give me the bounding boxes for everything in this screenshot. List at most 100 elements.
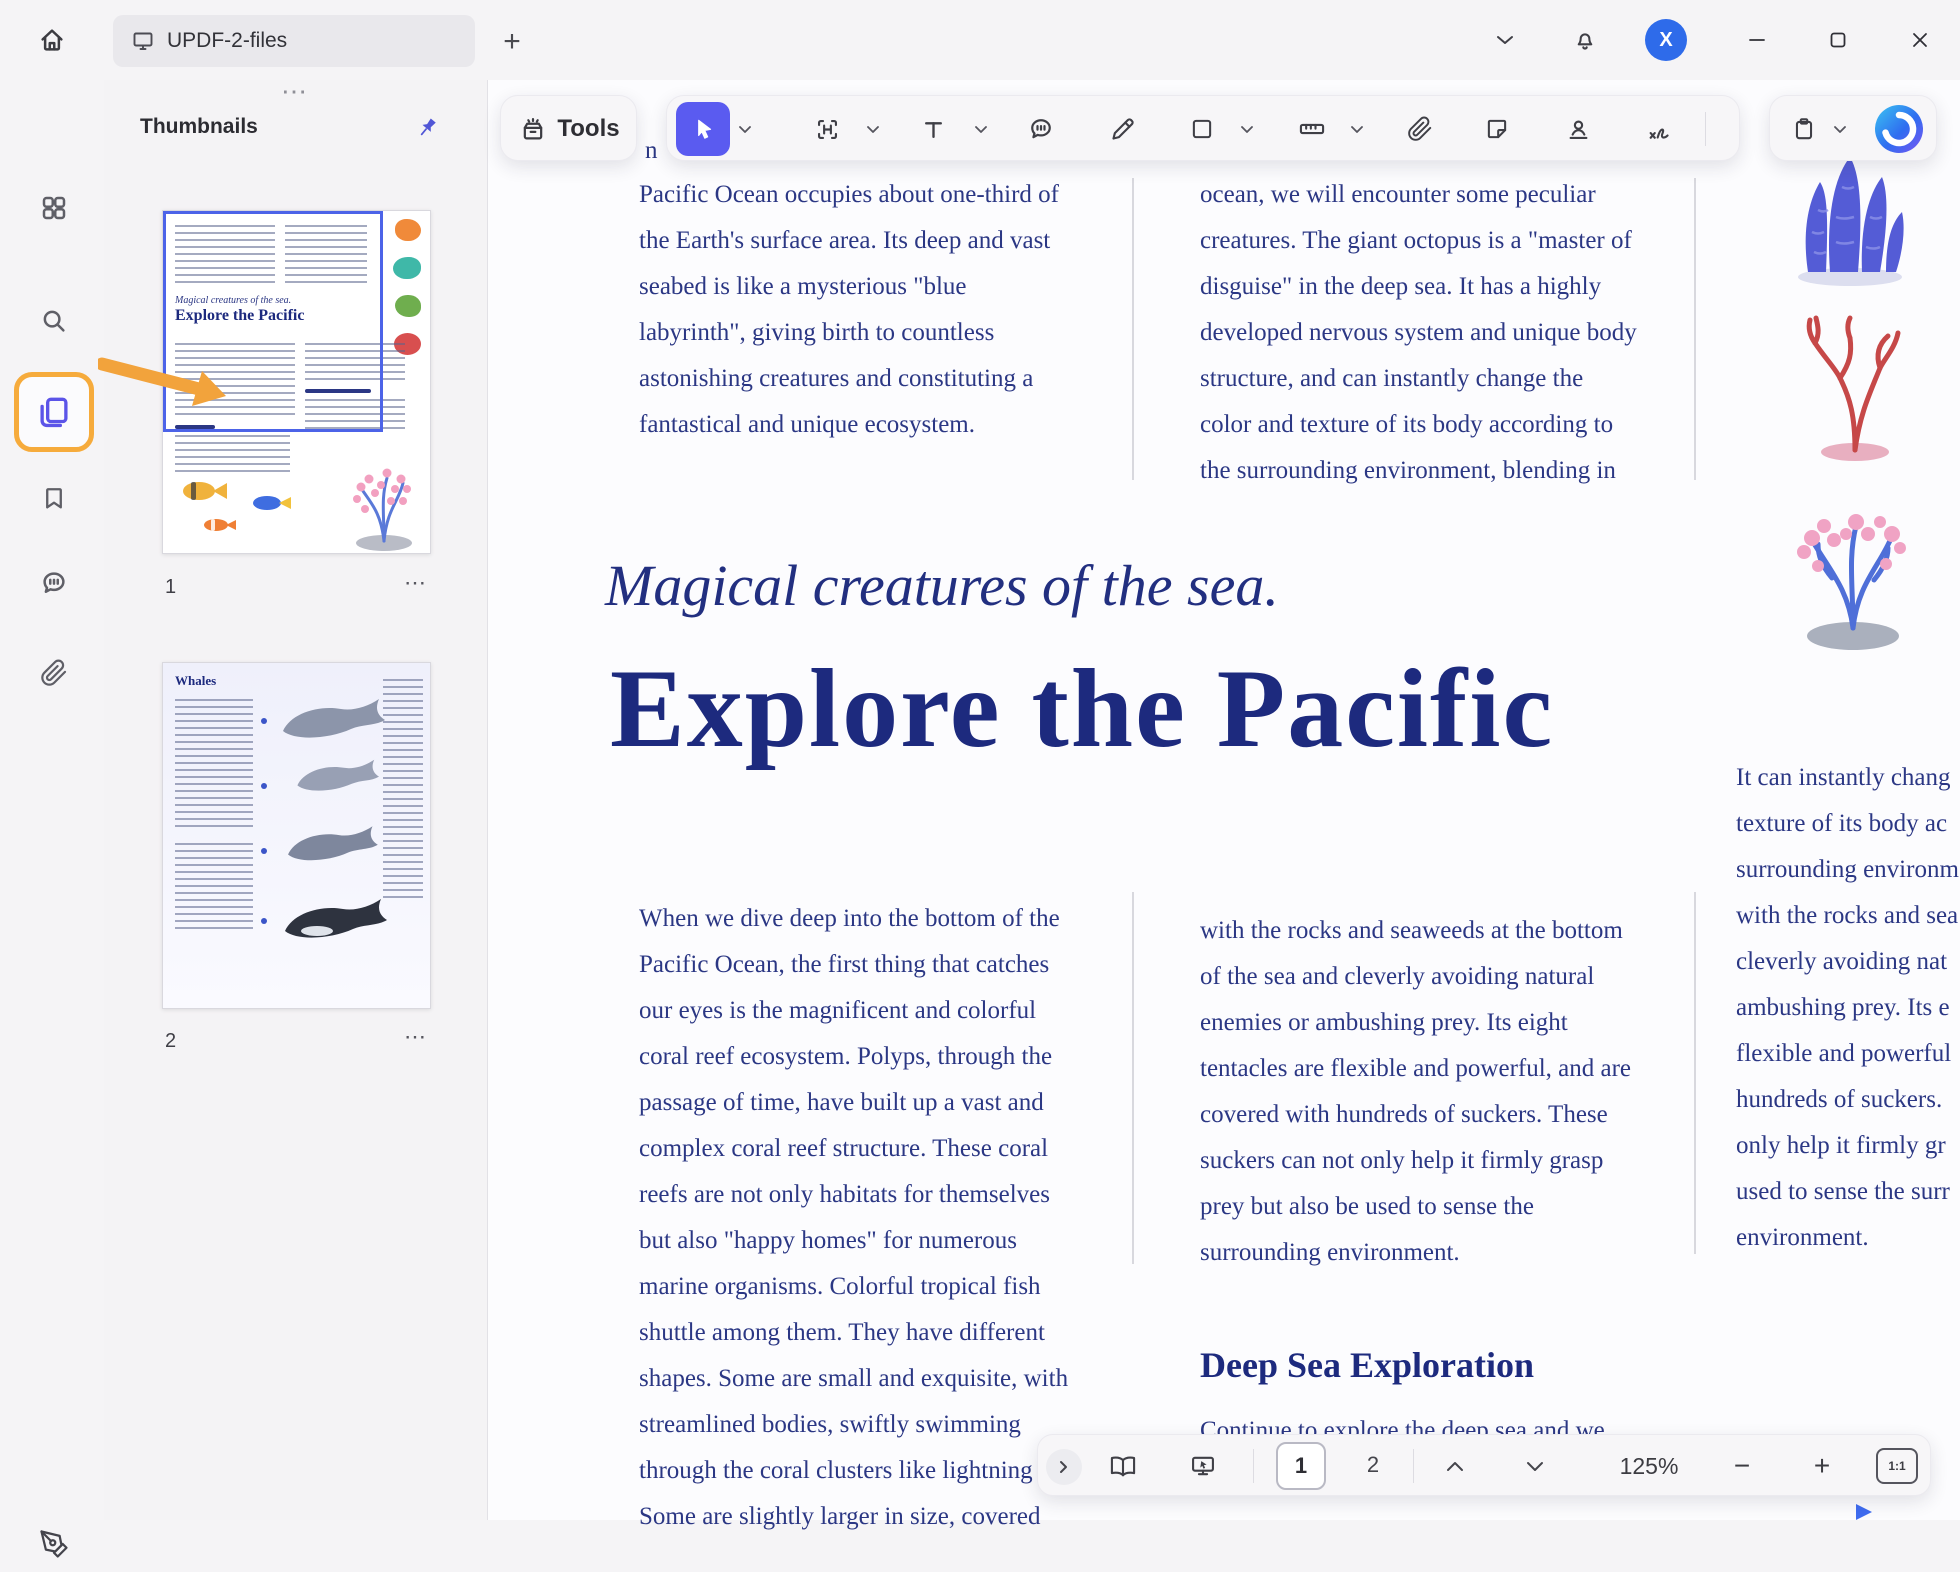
shapes-tool-dropdown[interactable] bbox=[1239, 123, 1255, 135]
measure-tool-dropdown[interactable] bbox=[1349, 123, 1365, 135]
edit-text-tool-dropdown[interactable] bbox=[865, 123, 881, 135]
thumb1-pink-coral-image bbox=[341, 443, 427, 551]
signature-icon bbox=[1646, 115, 1674, 143]
search-icon bbox=[39, 306, 69, 336]
zoom-out-button[interactable]: − bbox=[1718, 1442, 1766, 1490]
reading-mode-button[interactable] bbox=[1099, 1442, 1147, 1490]
expand-bottom-toolbar-button[interactable] bbox=[1046, 1449, 1082, 1485]
comment-tool-button[interactable] bbox=[1017, 105, 1065, 153]
coral-image-red[interactable] bbox=[1780, 298, 1930, 463]
shapes-tool-button[interactable] bbox=[1178, 105, 1226, 153]
page-thumbnail-2[interactable]: Whales bbox=[162, 662, 431, 1009]
chevron-down-icon bbox=[1833, 125, 1847, 134]
presentation-button[interactable] bbox=[1179, 1442, 1227, 1490]
clipboard-icon bbox=[1791, 116, 1817, 142]
thumb1-textblock bbox=[175, 435, 290, 475]
page-1-menu-button[interactable]: ⋯ bbox=[396, 568, 436, 598]
text-tool-dropdown[interactable] bbox=[973, 123, 989, 135]
toolbar-divider bbox=[1705, 112, 1706, 146]
maximize-icon bbox=[1828, 30, 1848, 50]
doc-col-top-right[interactable]: ocean, we will encounter some peculiarcr… bbox=[1200, 172, 1637, 494]
measure-tool-button[interactable] bbox=[1288, 105, 1336, 153]
zoom-in-button[interactable]: + bbox=[1798, 1442, 1846, 1490]
pen-icon bbox=[1109, 116, 1136, 143]
toolbox-icon bbox=[519, 115, 547, 143]
tools-button[interactable]: Tools bbox=[501, 96, 638, 162]
monitor-icon bbox=[131, 29, 155, 53]
clipboard-tool-dropdown[interactable] bbox=[1832, 123, 1848, 135]
doc-subtitle[interactable]: Magical creatures of the sea. bbox=[605, 552, 1279, 619]
ruler-icon bbox=[1298, 115, 1326, 143]
page-thumbnail-1[interactable]: Magical creatures of the sea. Explore th… bbox=[162, 210, 431, 554]
page-number-input[interactable] bbox=[1276, 1442, 1326, 1490]
bottom-toolbar-divider bbox=[1413, 1449, 1414, 1483]
sticker-tool-button[interactable] bbox=[1473, 105, 1521, 153]
doc-col-top-left[interactable]: Pacific Ocean occupies about one-third o… bbox=[639, 172, 1059, 448]
sidebar-item-bookmarks[interactable] bbox=[26, 470, 82, 526]
pin-icon bbox=[414, 115, 440, 141]
document-tab[interactable]: UPDF-2-files bbox=[113, 15, 475, 67]
signature-tool-button[interactable] bbox=[1636, 105, 1684, 153]
coral-image-pink[interactable] bbox=[1768, 478, 1938, 653]
new-tab-button[interactable]: + bbox=[492, 22, 532, 62]
sidebar-item-attachments[interactable] bbox=[26, 645, 82, 701]
clipboard-tool-button[interactable] bbox=[1780, 105, 1828, 153]
grid-icon bbox=[39, 193, 69, 223]
thumb2-whales-image bbox=[275, 693, 395, 978]
comment-icon bbox=[39, 568, 69, 598]
notifications-button[interactable] bbox=[1561, 16, 1609, 64]
attachment-tool-button[interactable] bbox=[1396, 105, 1444, 153]
zoom-level[interactable]: 125% bbox=[1603, 1453, 1695, 1480]
page-1-label: 1 bbox=[165, 576, 176, 599]
ai-swirl-icon bbox=[1874, 104, 1924, 154]
pen-tool-button[interactable] bbox=[1098, 105, 1146, 153]
page-up-button[interactable] bbox=[1431, 1442, 1479, 1490]
doc-column-divider bbox=[1694, 892, 1696, 1254]
edit-text-tool-button[interactable] bbox=[803, 105, 851, 153]
pin-panel-button[interactable] bbox=[405, 106, 449, 150]
comment-icon bbox=[1027, 115, 1055, 143]
text-tool-button[interactable] bbox=[909, 105, 957, 153]
square-icon bbox=[1189, 116, 1215, 142]
fit-page-button[interactable]: 1:1 bbox=[1876, 1448, 1918, 1484]
doc-col-bottom-mid[interactable]: with the rocks and seaweeds at the botto… bbox=[1200, 908, 1631, 1276]
sidebar-item-design[interactable] bbox=[26, 1516, 82, 1572]
page-down-button[interactable] bbox=[1511, 1442, 1559, 1490]
chevron-down-icon bbox=[738, 125, 752, 134]
stamp-tool-button[interactable] bbox=[1554, 105, 1602, 153]
home-button[interactable] bbox=[26, 14, 78, 66]
sidebar-item-thumbnails[interactable] bbox=[24, 382, 84, 442]
ai-assistant-button[interactable] bbox=[1874, 104, 1924, 154]
close-button[interactable] bbox=[1896, 16, 1944, 64]
sidebar-item-comments[interactable] bbox=[26, 555, 82, 611]
select-tool-dropdown[interactable] bbox=[737, 123, 753, 135]
titlebar: UPDF-2-files + X bbox=[0, 0, 1960, 80]
page-2-indicator[interactable]: 2 bbox=[1356, 1452, 1390, 1478]
chevron-up-icon bbox=[1446, 1461, 1464, 1472]
panel-resize-handle[interactable]: ⋯ bbox=[266, 78, 326, 104]
doc-col-bottom-left[interactable]: When we dive deep into the bottom of the… bbox=[639, 896, 1068, 1540]
toolbar-collapse-button[interactable] bbox=[1481, 16, 1529, 64]
minimize-button[interactable] bbox=[1733, 16, 1781, 64]
page-1-viewport-box[interactable] bbox=[163, 211, 383, 432]
page-2-menu-button[interactable]: ⋯ bbox=[396, 1022, 436, 1052]
main-toolbar bbox=[666, 95, 1740, 161]
chevron-down-icon bbox=[1240, 125, 1254, 134]
select-tool-button[interactable] bbox=[676, 102, 730, 156]
book-open-icon bbox=[1109, 1452, 1137, 1480]
doc-title[interactable]: Explore the Pacific bbox=[610, 645, 1554, 774]
tools-label: Tools bbox=[557, 115, 619, 143]
thumb2-textblock bbox=[175, 843, 253, 933]
page-2-label: 2 bbox=[165, 1030, 176, 1053]
doc-col-right[interactable]: It can instantly changtexture of its bod… bbox=[1736, 755, 1959, 1261]
maximize-button[interactable] bbox=[1814, 16, 1862, 64]
bottom-toolbar: 2 125% − + 1:1 bbox=[1037, 1434, 1931, 1496]
sidebar-item-search[interactable] bbox=[26, 293, 82, 349]
sidebar-item-apps[interactable] bbox=[26, 180, 82, 236]
toolbar-right-group bbox=[1769, 95, 1937, 161]
chevron-down-icon bbox=[1495, 33, 1515, 47]
user-avatar[interactable]: X bbox=[1645, 19, 1687, 61]
bookmark-icon bbox=[40, 484, 68, 512]
doc-heading-deep-sea[interactable]: Deep Sea Exploration bbox=[1200, 1344, 1534, 1386]
doc-stray-text[interactable]: n bbox=[645, 128, 658, 174]
